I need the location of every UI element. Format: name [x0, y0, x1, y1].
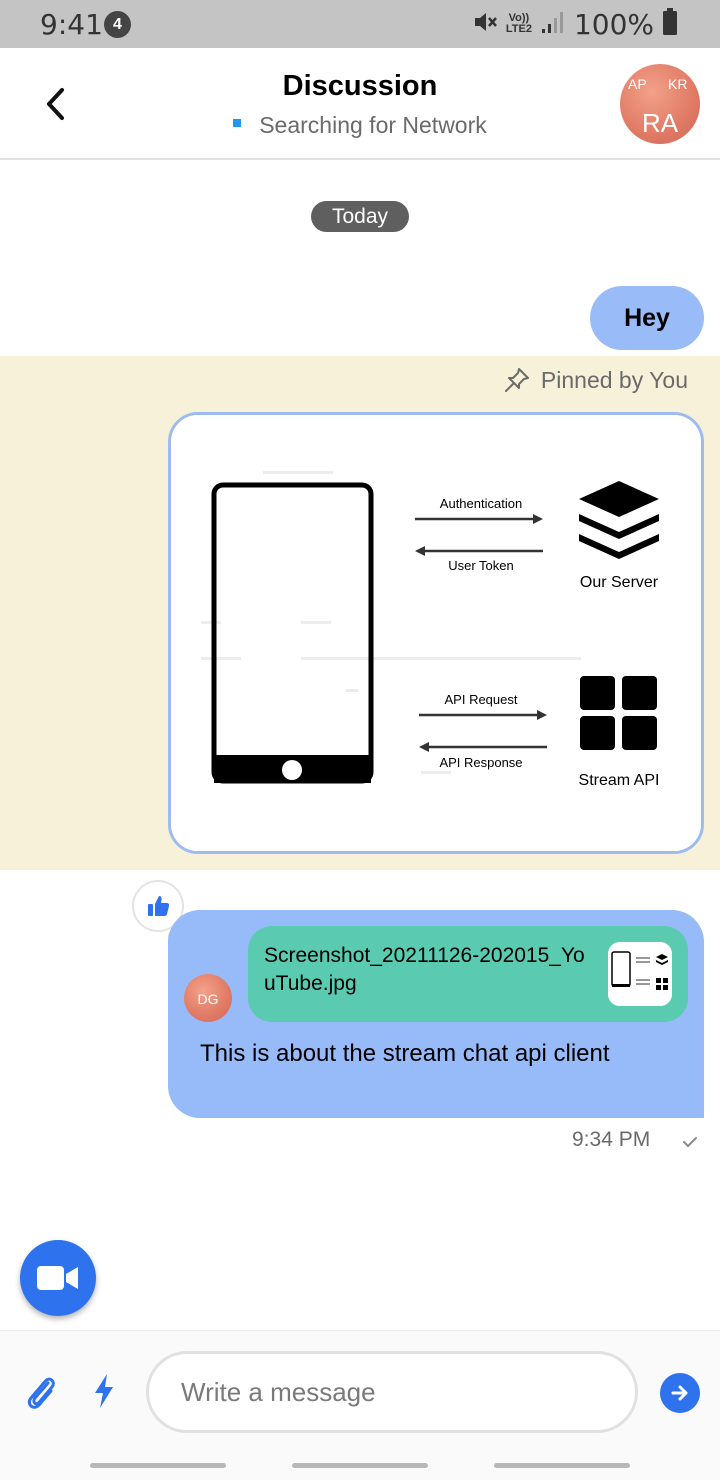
avatar-initials-ap: AP — [628, 76, 647, 92]
paperclip-icon — [27, 1377, 55, 1409]
attach-button[interactable] — [24, 1373, 58, 1413]
status-time: 9:41 — [40, 8, 103, 41]
lightning-bolt-icon — [95, 1374, 113, 1408]
status-bar: 9:41 4 Vo)) LTE2 100% — [0, 0, 720, 48]
network-lte: LTE2 — [505, 23, 532, 35]
pinned-message[interactable]: Pinned by You Authentication User Token — [0, 356, 720, 870]
message-timestamp: 9:34 PM — [572, 1128, 651, 1151]
nav-back-button[interactable] — [494, 1463, 630, 1468]
status-dot-icon — [233, 119, 242, 127]
group-avatar[interactable]: AP KR RA — [620, 64, 700, 144]
system-nav-bar — [0, 1450, 720, 1480]
battery-icon — [662, 7, 678, 41]
diagram-label-api-request: API Request — [445, 692, 518, 707]
thumbnail-image — [608, 942, 672, 1006]
signal-icon — [540, 9, 566, 40]
connection-status: Searching for Network — [0, 112, 720, 139]
image-attachment[interactable]: Authentication User Token Our Server API… — [168, 412, 704, 854]
arrow-right-icon — [671, 1385, 688, 1401]
channel-title: Discussion — [282, 70, 438, 102]
file-attachment[interactable]: Screenshot_20211126-202015_YouTube.jpg — [248, 926, 688, 1022]
date-separator: Today — [311, 201, 409, 232]
message-input[interactable] — [146, 1351, 638, 1433]
network-type: Vo)) LTE2 — [506, 13, 532, 35]
connection-status-text: Searching for Network — [259, 112, 487, 138]
nav-home-button[interactable] — [292, 1463, 428, 1468]
nav-recents-button[interactable] — [90, 1463, 226, 1468]
pinned-label-text: Pinned by You — [540, 366, 688, 393]
message-text: This is about the stream chat api client — [200, 1040, 610, 1067]
avatar-initials-ra: RA — [641, 108, 679, 138]
diagram-label-stream-api: Stream API — [579, 772, 660, 789]
architecture-diagram-image: Authentication User Token Our Server API… — [171, 415, 701, 851]
file-name: Screenshot_20211126-202015_YouTube.jpg — [264, 944, 585, 995]
diagram-label-user-token: User Token — [448, 558, 514, 573]
notification-count-badge: 4 — [104, 11, 131, 38]
status-icons: Vo)) LTE2 100% — [472, 7, 678, 41]
diagram-label-api-response: API Response — [439, 755, 522, 770]
message-bubble[interactable]: Hey — [590, 286, 704, 350]
sender-avatar[interactable]: DG — [184, 974, 232, 1022]
avatar-initials-kr: KR — [668, 76, 688, 92]
send-button[interactable] — [660, 1373, 700, 1413]
thumbs-up-icon — [148, 896, 170, 916]
file-thumbnail — [608, 942, 672, 1006]
mute-icon — [472, 9, 498, 40]
battery-percentage: 100% — [573, 7, 654, 41]
pinned-label: Pinned by You — [503, 366, 688, 394]
message-composer — [0, 1330, 720, 1450]
video-camera-icon — [37, 1266, 78, 1290]
commands-button[interactable] — [92, 1373, 116, 1409]
check-icon — [680, 1132, 700, 1152]
diagram-label-our-server: Our Server — [580, 574, 659, 591]
video-call-button[interactable] — [20, 1240, 96, 1316]
pin-icon — [504, 368, 529, 392]
diagram-label-authentication: Authentication — [440, 496, 522, 511]
chat-header: Discussion Searching for Network AP KR R… — [0, 48, 720, 160]
message-bubble-with-file[interactable]: Screenshot_20211126-202015_YouTube.jpg T… — [168, 910, 704, 1118]
